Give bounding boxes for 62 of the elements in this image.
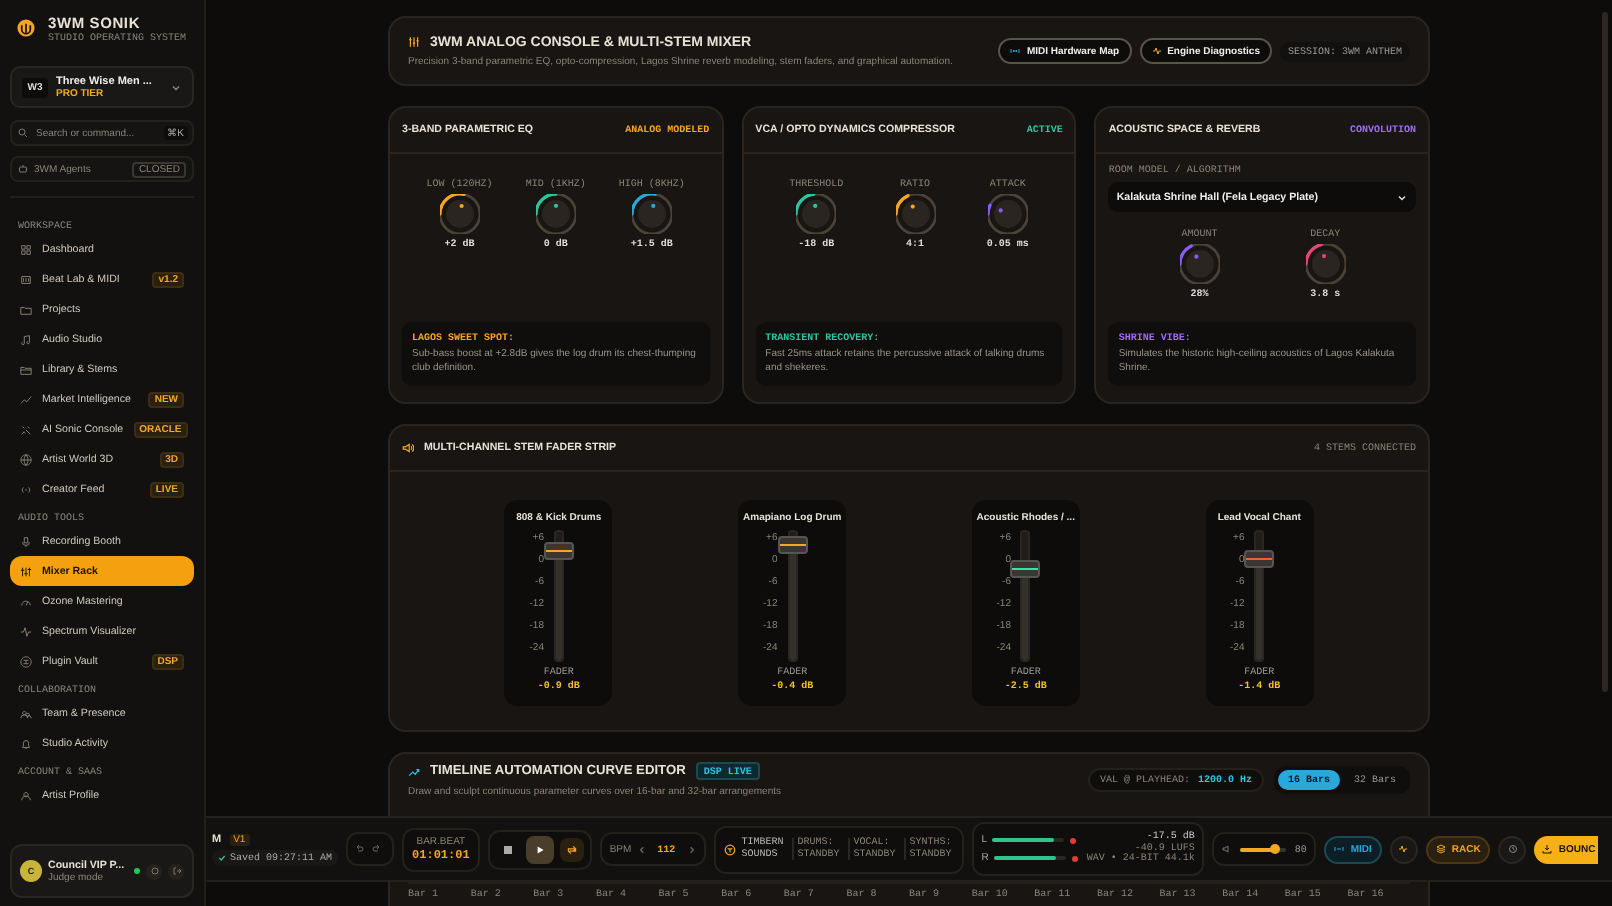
loop-button[interactable] <box>559 837 584 861</box>
knob[interactable] <box>1305 244 1346 284</box>
clip-indicator <box>1072 855 1079 861</box>
stop-icon <box>503 845 512 853</box>
nav-icon <box>20 333 32 345</box>
pulse-icon <box>1398 844 1409 854</box>
nav-icon <box>20 737 32 749</box>
fader-handle[interactable] <box>543 542 574 561</box>
engine-icon <box>723 843 736 855</box>
clock-icon <box>1507 844 1518 854</box>
pulse-icon <box>1151 46 1162 56</box>
settings-button[interactable] <box>146 863 162 879</box>
speaker-icon <box>402 442 414 454</box>
nav-icon <box>20 655 32 667</box>
fader-handle[interactable] <box>1244 549 1275 568</box>
nav-icon <box>20 483 32 495</box>
logo-icon <box>16 18 36 38</box>
nav-icon <box>20 423 32 435</box>
nav-icon <box>20 625 32 637</box>
fader-handle[interactable] <box>1010 560 1041 579</box>
sliders-icon <box>408 36 420 48</box>
play-icon <box>533 843 546 855</box>
loop-icon <box>565 843 578 855</box>
search-icon <box>18 128 28 138</box>
check-icon <box>218 853 226 861</box>
knob[interactable] <box>1179 244 1220 284</box>
nav-icon <box>20 707 32 719</box>
arrows-icon <box>1334 844 1345 854</box>
nav-icon <box>20 273 32 285</box>
logout-icon <box>171 866 181 876</box>
nav-icon <box>20 393 32 405</box>
level-meter <box>994 855 1067 861</box>
level-meter <box>992 837 1065 843</box>
volume-icon <box>1222 844 1233 854</box>
nav-icon <box>20 303 32 315</box>
knob[interactable] <box>796 194 837 234</box>
nav-icon <box>20 453 32 465</box>
play-button[interactable] <box>525 835 554 863</box>
trend-icon <box>408 765 420 777</box>
fader-handle[interactable] <box>777 535 808 554</box>
logout-button[interactable] <box>168 863 184 879</box>
knob[interactable] <box>535 194 576 234</box>
nav-icon <box>20 789 32 801</box>
chevron-icon <box>170 81 182 93</box>
nav-icon <box>20 243 32 255</box>
circle-icon <box>149 866 159 876</box>
download-icon <box>1542 844 1553 854</box>
redo-icon <box>372 844 383 854</box>
chevron-icon <box>1396 191 1409 203</box>
knob[interactable] <box>895 194 935 234</box>
nav-icon <box>20 565 32 577</box>
nav-icon <box>20 535 32 547</box>
robot-icon <box>18 164 28 174</box>
knob[interactable] <box>631 194 672 234</box>
arrows-icon <box>1010 46 1021 56</box>
undo-icon <box>354 844 365 854</box>
layers-icon <box>1435 844 1446 854</box>
pulse-button[interactable] <box>1389 835 1418 863</box>
nav-icon <box>20 363 32 375</box>
nav-icon <box>20 595 32 607</box>
clip-indicator <box>1070 837 1077 843</box>
knob[interactable] <box>439 194 480 234</box>
